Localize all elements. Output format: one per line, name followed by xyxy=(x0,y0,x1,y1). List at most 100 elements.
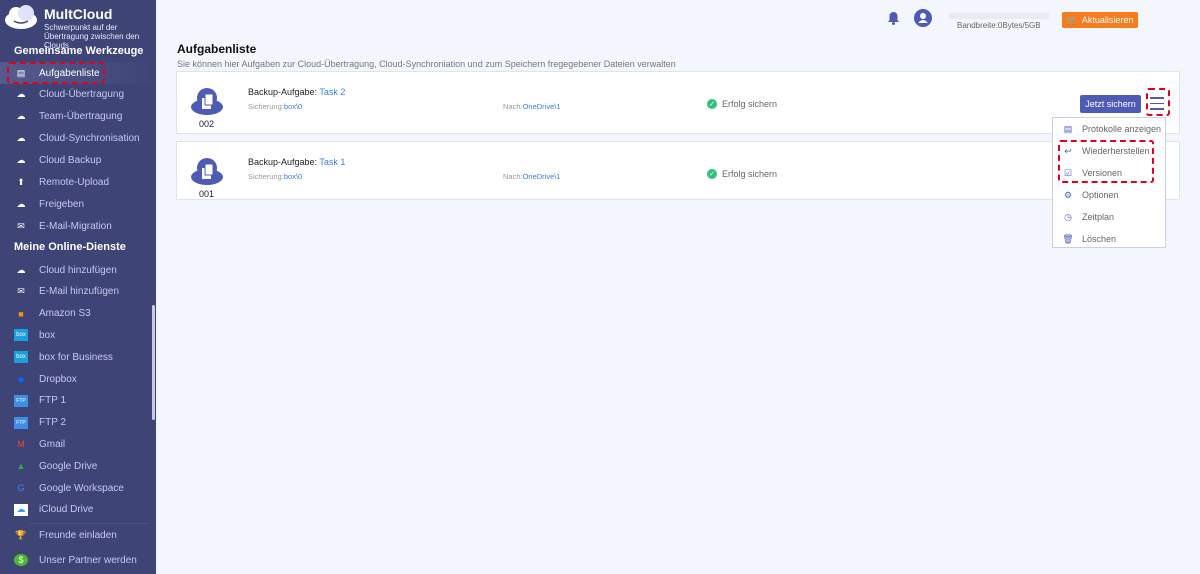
cloud-transfer-icon: ☁ xyxy=(16,89,26,100)
menu-item-protokolle-anzeigen[interactable]: ▤ Protokolle anzeigen xyxy=(1053,118,1165,140)
destination-label: Nach: xyxy=(503,102,523,111)
section-services: Meine Online-Dienste xyxy=(14,241,126,253)
sidebar-item-ftp-2[interactable]: FTP FTP 2 xyxy=(0,412,156,434)
source-label: Sicherung: xyxy=(248,102,284,111)
upgrade-button[interactable]: 🛒 Aktualisieren xyxy=(1062,12,1138,28)
bell-icon[interactable] xyxy=(887,11,900,25)
source-label: Sicherung: xyxy=(248,172,284,181)
sidebar-item-e-mail-hinzufügen[interactable]: ✉ E-Mail hinzufügen xyxy=(0,281,156,303)
sidebar-item-team-übertragung[interactable]: ☁ Team-Übertragung xyxy=(0,106,156,128)
avatar[interactable] xyxy=(914,9,932,27)
task-card[interactable]: 001 Backup-Aufgabe: Task 1 Sicherung:box… xyxy=(176,141,1180,200)
menu-item-optionen[interactable]: ⚙ Optionen xyxy=(1053,184,1165,206)
sidebar-item-label: Google Workspace xyxy=(39,482,124,494)
task-title: Backup-Aufgabe: Task 1 xyxy=(248,157,345,167)
task-name[interactable]: Task 2 xyxy=(319,87,345,97)
upload-icon: ⬆ xyxy=(17,177,25,187)
add-email-icon: ✉ xyxy=(17,286,25,297)
sidebar-item-label: Freigeben xyxy=(39,198,85,210)
google-icon: G xyxy=(17,483,25,493)
task-source: Sicherung:box\0 xyxy=(248,102,302,111)
sidebar-item-label: box for Business xyxy=(39,351,113,363)
sidebar-item-unser-partner-werden[interactable]: $ Unser Partner werden xyxy=(0,549,156,571)
cart-icon: 🛒 xyxy=(1066,14,1078,25)
task-type: Backup-Aufgabe: xyxy=(248,157,320,167)
highlight-restore-versions xyxy=(1058,140,1154,183)
status-text: Erfolg sichern xyxy=(722,169,778,179)
menu-item-löschen[interactable]: 🗑 Löschen xyxy=(1053,228,1165,250)
sidebar-item-box-for-business[interactable]: box box for Business xyxy=(0,346,156,368)
task-number: 001 xyxy=(199,189,215,199)
box-icon: box xyxy=(14,351,28,364)
task-number: 002 xyxy=(199,119,215,129)
page-subtitle: Sie können hier Aufgaben zur Cloud-Übert… xyxy=(177,59,676,69)
section-tools: Gemeinsame Werkzeuge xyxy=(14,45,144,57)
source-path[interactable]: box\0 xyxy=(284,172,302,181)
gmail-icon: M xyxy=(17,439,25,450)
menu-item-label: Protokolle anzeigen xyxy=(1082,124,1162,134)
sidebar-item-label: Cloud-Übertragung xyxy=(39,89,125,101)
sidebar-item-label: FTP 1 xyxy=(39,395,67,407)
options-gear-icon: ⚙ xyxy=(1063,189,1073,200)
sidebar-item-label: Cloud hinzufügen xyxy=(39,264,117,276)
sidebar-item-cloud-übertragung[interactable]: ☁ Cloud-Übertragung xyxy=(0,84,156,106)
multcloud-logo xyxy=(5,5,37,29)
sidebar-item-google-workspace[interactable]: G Google Workspace xyxy=(0,477,156,499)
destination-path[interactable]: OneDrive\1 xyxy=(523,102,561,111)
sidebar-item-label: E-Mail-Migration xyxy=(39,220,112,232)
sidebar-item-freigeben[interactable]: ☁ Freigeben xyxy=(0,193,156,215)
menu-item-zeitplan[interactable]: ◷ Zeitplan xyxy=(1053,206,1165,228)
sidebar-item-label: FTP 2 xyxy=(39,417,67,429)
task-source: Sicherung:box\0 xyxy=(248,172,302,181)
email-migration-icon: ✉ xyxy=(17,220,25,231)
sidebar-item-google-drive[interactable]: ▲ Google Drive xyxy=(0,455,156,477)
task-title: Backup-Aufgabe: Task 2 xyxy=(248,87,345,97)
delete-trash-icon: 🗑 xyxy=(1062,233,1074,244)
google-drive-icon: ▲ xyxy=(16,461,26,472)
cloud-backup-icon: ☁ xyxy=(16,155,26,166)
task-status: ✓ Erfolg sichern xyxy=(707,99,777,109)
sidebar-item-label: Cloud-Synchronisation xyxy=(39,133,140,145)
task-type: Backup-Aufgabe: xyxy=(248,87,320,97)
check-circle-icon: ✓ xyxy=(707,169,717,179)
menu-item-label: Löschen xyxy=(1082,234,1117,244)
source-path[interactable]: box\0 xyxy=(284,102,302,111)
sidebar-item-e-mail-migration[interactable]: ✉ E-Mail-Migration xyxy=(0,215,156,237)
task-destination: Nach:OneDrive\1 xyxy=(503,102,561,111)
sidebar-item-amazon-s3[interactable]: ■ Amazon S3 xyxy=(0,303,156,325)
sidebar-item-label: E-Mail hinzufügen xyxy=(39,286,120,298)
sidebar-item-dropbox[interactable]: ◆ Dropbox xyxy=(0,368,156,390)
sidebar-item-label: iCloud Drive xyxy=(39,504,94,516)
backup-cloud-icon xyxy=(191,88,223,115)
highlight-menu xyxy=(1146,88,1170,116)
task-card[interactable]: 002 Backup-Aufgabe: Task 2 Sicherung:box… xyxy=(176,71,1180,134)
sidebar-item-box[interactable]: box box xyxy=(0,324,156,346)
sidebar-item-label: box xyxy=(39,329,56,341)
bandwidth-text: Bandbreite:0Bytes/5GB xyxy=(957,21,1041,30)
trophy-icon: 🏆 xyxy=(15,529,27,540)
sidebar-item-cloud-hinzufügen[interactable]: ☁ Cloud hinzufügen xyxy=(0,259,156,281)
dollar-icon: $ xyxy=(14,554,28,566)
sidebar-item-label: Google Drive xyxy=(39,460,98,472)
destination-label: Nach: xyxy=(503,172,523,181)
task-name[interactable]: Task 1 xyxy=(319,157,345,167)
sidebar-scrollbar[interactable] xyxy=(152,305,155,420)
sidebar-item-remote-upload[interactable]: ⬆ Remote-Upload xyxy=(0,172,156,194)
bandwidth-bar xyxy=(949,13,1049,19)
sidebar-item-label: Amazon S3 xyxy=(39,308,91,320)
add-cloud-icon: ☁ xyxy=(16,264,26,275)
sidebar-item-icloud-drive[interactable]: ☁ iCloud Drive xyxy=(0,499,156,521)
amazon-s3-icon: ■ xyxy=(18,308,24,319)
check-circle-icon: ✓ xyxy=(707,99,717,109)
sidebar-item-label: Unser Partner werden xyxy=(39,554,137,566)
sidebar-item-ftp-1[interactable]: FTP FTP 1 xyxy=(0,390,156,412)
destination-path[interactable]: OneDrive\1 xyxy=(523,172,561,181)
sidebar-item-cloud-synchronisation[interactable]: ☁ Cloud-Synchronisation xyxy=(0,128,156,150)
sidebar-item-gmail[interactable]: M Gmail xyxy=(0,433,156,455)
sidebar-item-cloud-backup[interactable]: ☁ Cloud Backup xyxy=(0,150,156,172)
log-icon: ▤ xyxy=(1063,123,1073,134)
sidebar-item-freunde-einladen[interactable]: 🏆 Freunde einladen xyxy=(0,524,156,546)
backup-now-button[interactable]: Jetzt sichern xyxy=(1080,95,1141,113)
brand-name: MultCloud xyxy=(44,6,113,22)
menu-item-label: Optionen xyxy=(1082,190,1119,200)
